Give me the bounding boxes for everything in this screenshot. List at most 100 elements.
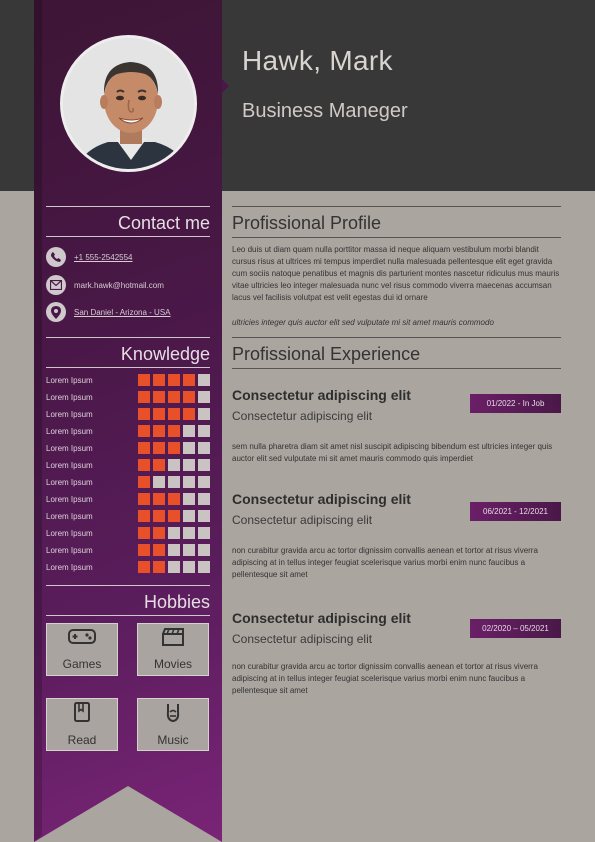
skill-level: [138, 561, 210, 573]
skill-square-filled: [183, 391, 195, 403]
skill-square-filled: [168, 408, 180, 420]
skill-square-filled: [153, 544, 165, 556]
hobby-label: Games: [62, 657, 102, 671]
profile-paragraph: Leo duis ut diam quam nulla porttitor ma…: [232, 245, 560, 302]
job-date-badge: 02/2020 – 05/2021: [470, 619, 561, 638]
skill-label: Lorem Ipsum: [46, 528, 93, 538]
skill-square-empty: [198, 527, 210, 539]
rock-hand-icon: [165, 702, 181, 727]
skill-label: Lorem Ipsum: [46, 494, 93, 504]
skill-square-filled: [168, 510, 180, 522]
divider: [232, 206, 561, 207]
skill-row: Lorem Ipsum: [46, 425, 210, 437]
ribbon-pointer: [222, 79, 229, 93]
skill-square-filled: [168, 391, 180, 403]
person-job-title: Business Maneger: [242, 100, 408, 122]
skill-row: Lorem Ipsum: [46, 476, 210, 488]
skill-square-empty: [198, 476, 210, 488]
skill-square-empty: [183, 442, 195, 454]
skill-row: Lorem Ipsum: [46, 544, 210, 556]
skill-square-empty: [198, 459, 210, 471]
skill-square-filled: [183, 374, 195, 386]
skill-square-empty: [198, 374, 210, 386]
contact-phone: +1 555-2542554: [46, 247, 133, 267]
skill-row: Lorem Ipsum: [46, 510, 210, 522]
phone-icon: [46, 247, 66, 267]
profile-heading: Profissional Profile: [232, 213, 382, 233]
divider: [46, 367, 210, 368]
hobby-label: Movies: [153, 657, 192, 671]
skill-level: [138, 459, 210, 471]
portrait-photo: [63, 38, 194, 169]
skill-row: Lorem Ipsum: [46, 459, 210, 471]
skill-level: [138, 544, 210, 556]
contact-heading: Contact me: [117, 213, 210, 233]
skill-square-filled: [138, 527, 150, 539]
skill-square-empty: [183, 459, 195, 471]
hobby-games: Games: [46, 623, 118, 676]
skill-square-filled: [138, 561, 150, 573]
clapperboard-icon: [162, 628, 184, 651]
contact-location: San Daniel - Arizona - USA: [46, 302, 171, 322]
skill-row: Lorem Ipsum: [46, 527, 210, 539]
skill-square-filled: [138, 476, 150, 488]
divider: [232, 368, 561, 369]
skill-row: Lorem Ipsum: [46, 561, 210, 573]
skill-square-empty: [183, 527, 195, 539]
skill-level: [138, 510, 210, 522]
divider: [232, 337, 561, 338]
skill-square-empty: [168, 561, 180, 573]
email-text[interactable]: mark.hawk@hotmail.com: [74, 281, 164, 290]
hobby-movies: Movies: [137, 623, 209, 676]
skill-square-filled: [153, 442, 165, 454]
skill-square-empty: [198, 425, 210, 437]
skill-square-empty: [153, 476, 165, 488]
skill-level: [138, 408, 210, 420]
divider: [46, 236, 210, 237]
skill-square-empty: [183, 561, 195, 573]
skill-square-empty: [168, 527, 180, 539]
skill-level: [138, 527, 210, 539]
skill-square-empty: [198, 493, 210, 505]
skill-row: Lorem Ipsum: [46, 493, 210, 505]
skill-level: [138, 391, 210, 403]
skill-square-filled: [138, 442, 150, 454]
skill-square-filled: [153, 408, 165, 420]
skill-square-filled: [138, 493, 150, 505]
contact-email: mark.hawk@hotmail.com: [46, 275, 164, 295]
hobby-label: Music: [157, 733, 189, 747]
skill-row: Lorem Ipsum: [46, 442, 210, 454]
location-text: San Daniel - Arizona - USA: [74, 307, 171, 317]
skill-square-empty: [168, 544, 180, 556]
job-title: Consectetur adipiscing elit: [232, 610, 411, 626]
ribbon-shadow: [34, 0, 42, 842]
skill-square-filled: [138, 459, 150, 471]
skill-label: Lorem Ipsum: [46, 443, 93, 453]
envelope-icon: [46, 275, 66, 295]
skill-square-empty: [198, 544, 210, 556]
skill-square-empty: [168, 459, 180, 471]
job-title: Consectetur adipiscing elit: [232, 491, 411, 507]
skill-label: Lorem Ipsum: [46, 375, 93, 385]
divider: [46, 337, 210, 338]
job-title: Consectetur adipiscing elit: [232, 387, 411, 403]
gamepad-icon: [68, 628, 96, 651]
skill-level: [138, 476, 210, 488]
skill-square-filled: [168, 374, 180, 386]
book-icon: [74, 702, 90, 727]
divider: [46, 585, 210, 586]
knowledge-heading: Knowledge: [120, 344, 210, 364]
divider: [232, 237, 561, 238]
skill-square-empty: [198, 561, 210, 573]
divider: [46, 615, 210, 616]
phone-text[interactable]: +1 555-2542554: [74, 253, 133, 262]
skill-label: Lorem Ipsum: [46, 545, 93, 555]
skill-level: [138, 425, 210, 437]
skill-label: Lorem Ipsum: [46, 426, 93, 436]
skill-square-filled: [153, 493, 165, 505]
skill-square-empty: [183, 493, 195, 505]
skill-square-empty: [183, 510, 195, 522]
skill-square-filled: [153, 425, 165, 437]
skill-square-filled: [138, 374, 150, 386]
skill-square-filled: [138, 544, 150, 556]
